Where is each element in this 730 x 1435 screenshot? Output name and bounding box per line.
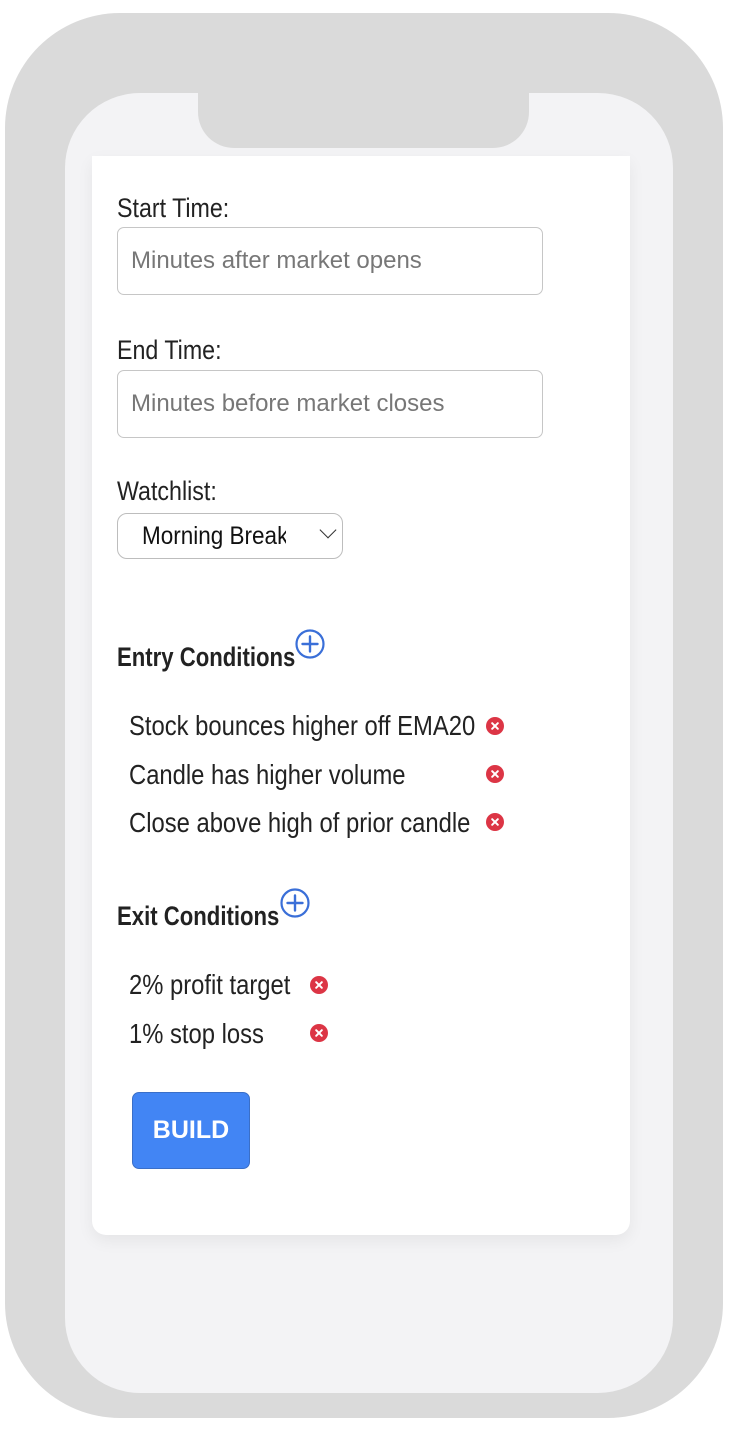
add-entry-condition-button[interactable]	[295, 629, 325, 659]
start-time-input[interactable]	[117, 227, 543, 295]
phone-notch	[198, 60, 529, 148]
chevron-down-icon	[319, 521, 337, 539]
remove-entry-condition-icon[interactable]	[486, 813, 504, 831]
entry-condition-item: Close above high of prior candle	[129, 807, 471, 838]
entry-conditions-title: Entry Conditions	[117, 642, 296, 672]
watchlist-select[interactable]: Morning Breakout	[117, 513, 343, 559]
strategy-builder-card: Start Time: End Time: Watchlist: Morning…	[92, 156, 630, 1235]
entry-condition-item: Candle has higher volume	[129, 759, 406, 790]
watchlist-label: Watchlist:	[117, 476, 217, 506]
remove-exit-condition-icon[interactable]	[310, 1024, 328, 1042]
build-button[interactable]: BUILD	[132, 1092, 250, 1169]
end-time-input[interactable]	[117, 370, 543, 438]
exit-condition-item: 2% profit target	[129, 969, 291, 1000]
end-time-label: End Time:	[117, 335, 222, 365]
remove-entry-condition-icon[interactable]	[486, 717, 504, 735]
remove-entry-condition-icon[interactable]	[486, 765, 504, 783]
start-time-label: Start Time:	[117, 193, 230, 223]
add-exit-condition-button[interactable]	[280, 888, 310, 918]
remove-exit-condition-icon[interactable]	[310, 976, 328, 994]
exit-condition-item: 1% stop loss	[129, 1018, 264, 1049]
exit-conditions-title: Exit Conditions	[117, 901, 280, 931]
entry-condition-item: Stock bounces higher off EMA20	[129, 710, 476, 741]
watchlist-selected-value: Morning Breakout	[142, 522, 286, 550]
